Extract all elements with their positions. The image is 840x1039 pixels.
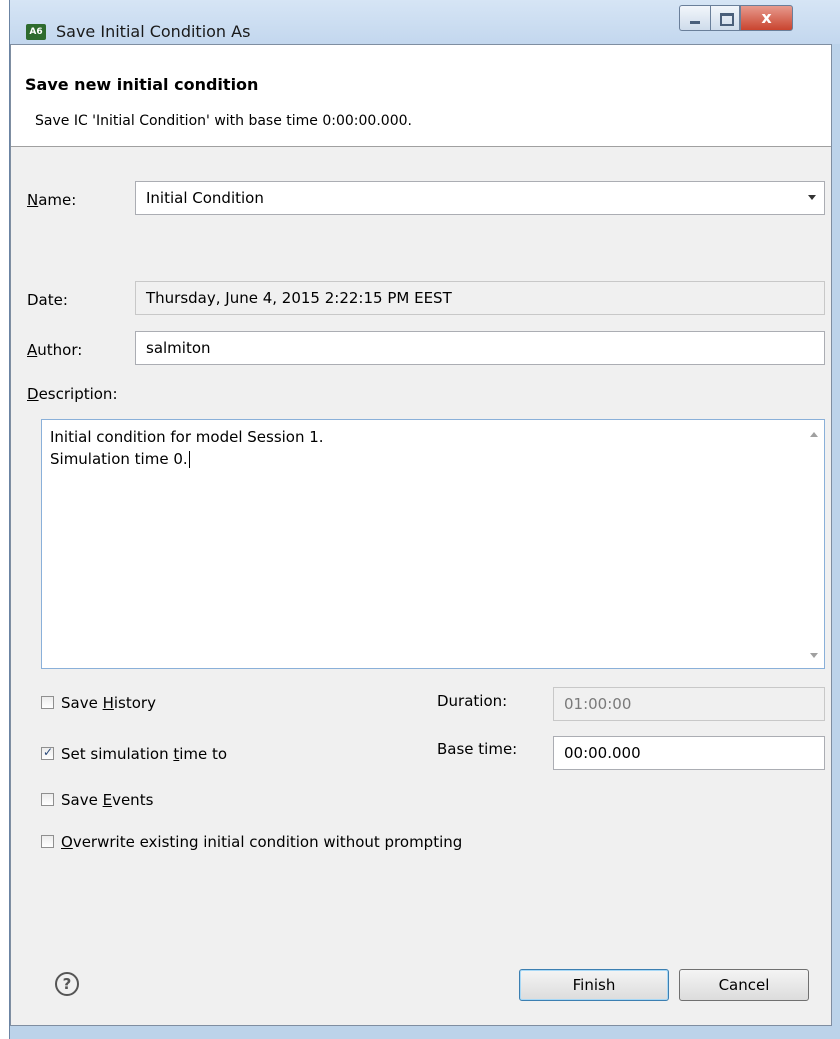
app-logo-icon: A6 bbox=[26, 24, 46, 40]
name-label-text: ame: bbox=[38, 191, 77, 209]
close-button[interactable]: x bbox=[740, 5, 793, 31]
header-banner: Save new initial condition Save IC 'Init… bbox=[11, 45, 831, 147]
description-text: Initial condition for model Session 1. S… bbox=[50, 426, 324, 470]
save-events-label-post: vents bbox=[112, 791, 154, 809]
save-history-checkbox[interactable] bbox=[41, 696, 54, 709]
banner-title: Save new initial condition bbox=[25, 75, 259, 94]
finish-button[interactable]: Finish bbox=[519, 969, 669, 1001]
help-icon[interactable]: ? bbox=[55, 972, 79, 996]
base-time-label: Base time: bbox=[437, 740, 518, 758]
overwrite-mnemonic: O bbox=[61, 833, 73, 851]
text-cursor bbox=[188, 451, 190, 468]
name-label-mnemonic: N bbox=[27, 191, 39, 209]
minimize-icon bbox=[690, 21, 700, 24]
duration-field: 01:00:00 bbox=[553, 687, 825, 721]
description-value: Initial condition for model Session 1. S… bbox=[50, 428, 324, 468]
cancel-button[interactable]: Cancel bbox=[679, 969, 809, 1001]
close-icon: x bbox=[761, 8, 772, 27]
author-label-mnemonic: A bbox=[27, 341, 38, 359]
base-time-value: 00:00.000 bbox=[564, 744, 641, 762]
description-textarea[interactable]: Initial condition for model Session 1. S… bbox=[41, 419, 825, 669]
author-label: Author: bbox=[27, 341, 82, 359]
chevron-down-icon[interactable] bbox=[808, 195, 816, 200]
description-label: Description: bbox=[27, 385, 118, 403]
set-sim-time-checkbox[interactable]: ✓ bbox=[41, 745, 54, 760]
save-events-label[interactable]: Save Events bbox=[61, 791, 153, 809]
dialog-window: A6 Save Initial Condition As x Save new … bbox=[9, 0, 840, 1039]
overwrite-label[interactable]: Overwrite existing initial condition wit… bbox=[61, 833, 462, 851]
maximize-button[interactable] bbox=[710, 5, 740, 31]
duration-label: Duration: bbox=[437, 692, 508, 710]
date-value: Thursday, June 4, 2015 2:22:15 PM EEST bbox=[146, 289, 452, 307]
author-value: salmiton bbox=[146, 339, 211, 357]
minimize-button[interactable] bbox=[679, 5, 710, 31]
maximize-icon bbox=[720, 13, 734, 26]
base-time-field[interactable]: 00:00.000 bbox=[553, 736, 825, 770]
set-sim-time-label-pre: Set simulation bbox=[61, 745, 174, 763]
save-history-label[interactable]: Save History bbox=[61, 694, 156, 712]
duration-value: 01:00:00 bbox=[564, 695, 632, 713]
date-field: Thursday, June 4, 2015 2:22:15 PM EEST bbox=[135, 281, 825, 315]
window-bottom-border bbox=[10, 1026, 840, 1039]
set-sim-time-label[interactable]: Set simulation time to bbox=[61, 745, 227, 763]
save-history-label-pre: Save bbox=[61, 694, 103, 712]
description-scrollbar[interactable] bbox=[804, 420, 824, 668]
description-label-mnemonic: D bbox=[27, 385, 39, 403]
name-value: Initial Condition bbox=[146, 189, 264, 207]
description-label-text: escription: bbox=[38, 385, 118, 403]
set-sim-time-label-post: ime to bbox=[179, 745, 228, 763]
save-events-mnemonic: E bbox=[102, 791, 113, 809]
window-title: Save Initial Condition As bbox=[56, 22, 251, 41]
overwrite-label-post: verwrite existing initial condition with… bbox=[72, 833, 463, 851]
title-bar[interactable]: A6 Save Initial Condition As x bbox=[10, 0, 840, 44]
save-events-label-pre: Save bbox=[61, 791, 103, 809]
date-label: Date: bbox=[27, 291, 68, 309]
overwrite-checkbox[interactable] bbox=[41, 835, 54, 848]
author-field[interactable]: salmiton bbox=[135, 331, 825, 365]
scroll-down-icon[interactable] bbox=[810, 653, 818, 658]
name-label: Name: bbox=[27, 191, 76, 209]
checkmark-icon: ✓ bbox=[43, 745, 54, 759]
author-label-text: uthor: bbox=[37, 341, 83, 359]
save-history-mnemonic: H bbox=[102, 694, 114, 712]
dialog-content: Save new initial condition Save IC 'Init… bbox=[10, 44, 832, 1026]
save-history-label-post: istory bbox=[113, 694, 156, 712]
save-events-checkbox[interactable] bbox=[41, 793, 54, 806]
name-combobox[interactable]: Initial Condition bbox=[135, 181, 825, 215]
scroll-up-icon[interactable] bbox=[810, 432, 818, 437]
banner-message: Save IC 'Initial Condition' with base ti… bbox=[35, 113, 412, 129]
